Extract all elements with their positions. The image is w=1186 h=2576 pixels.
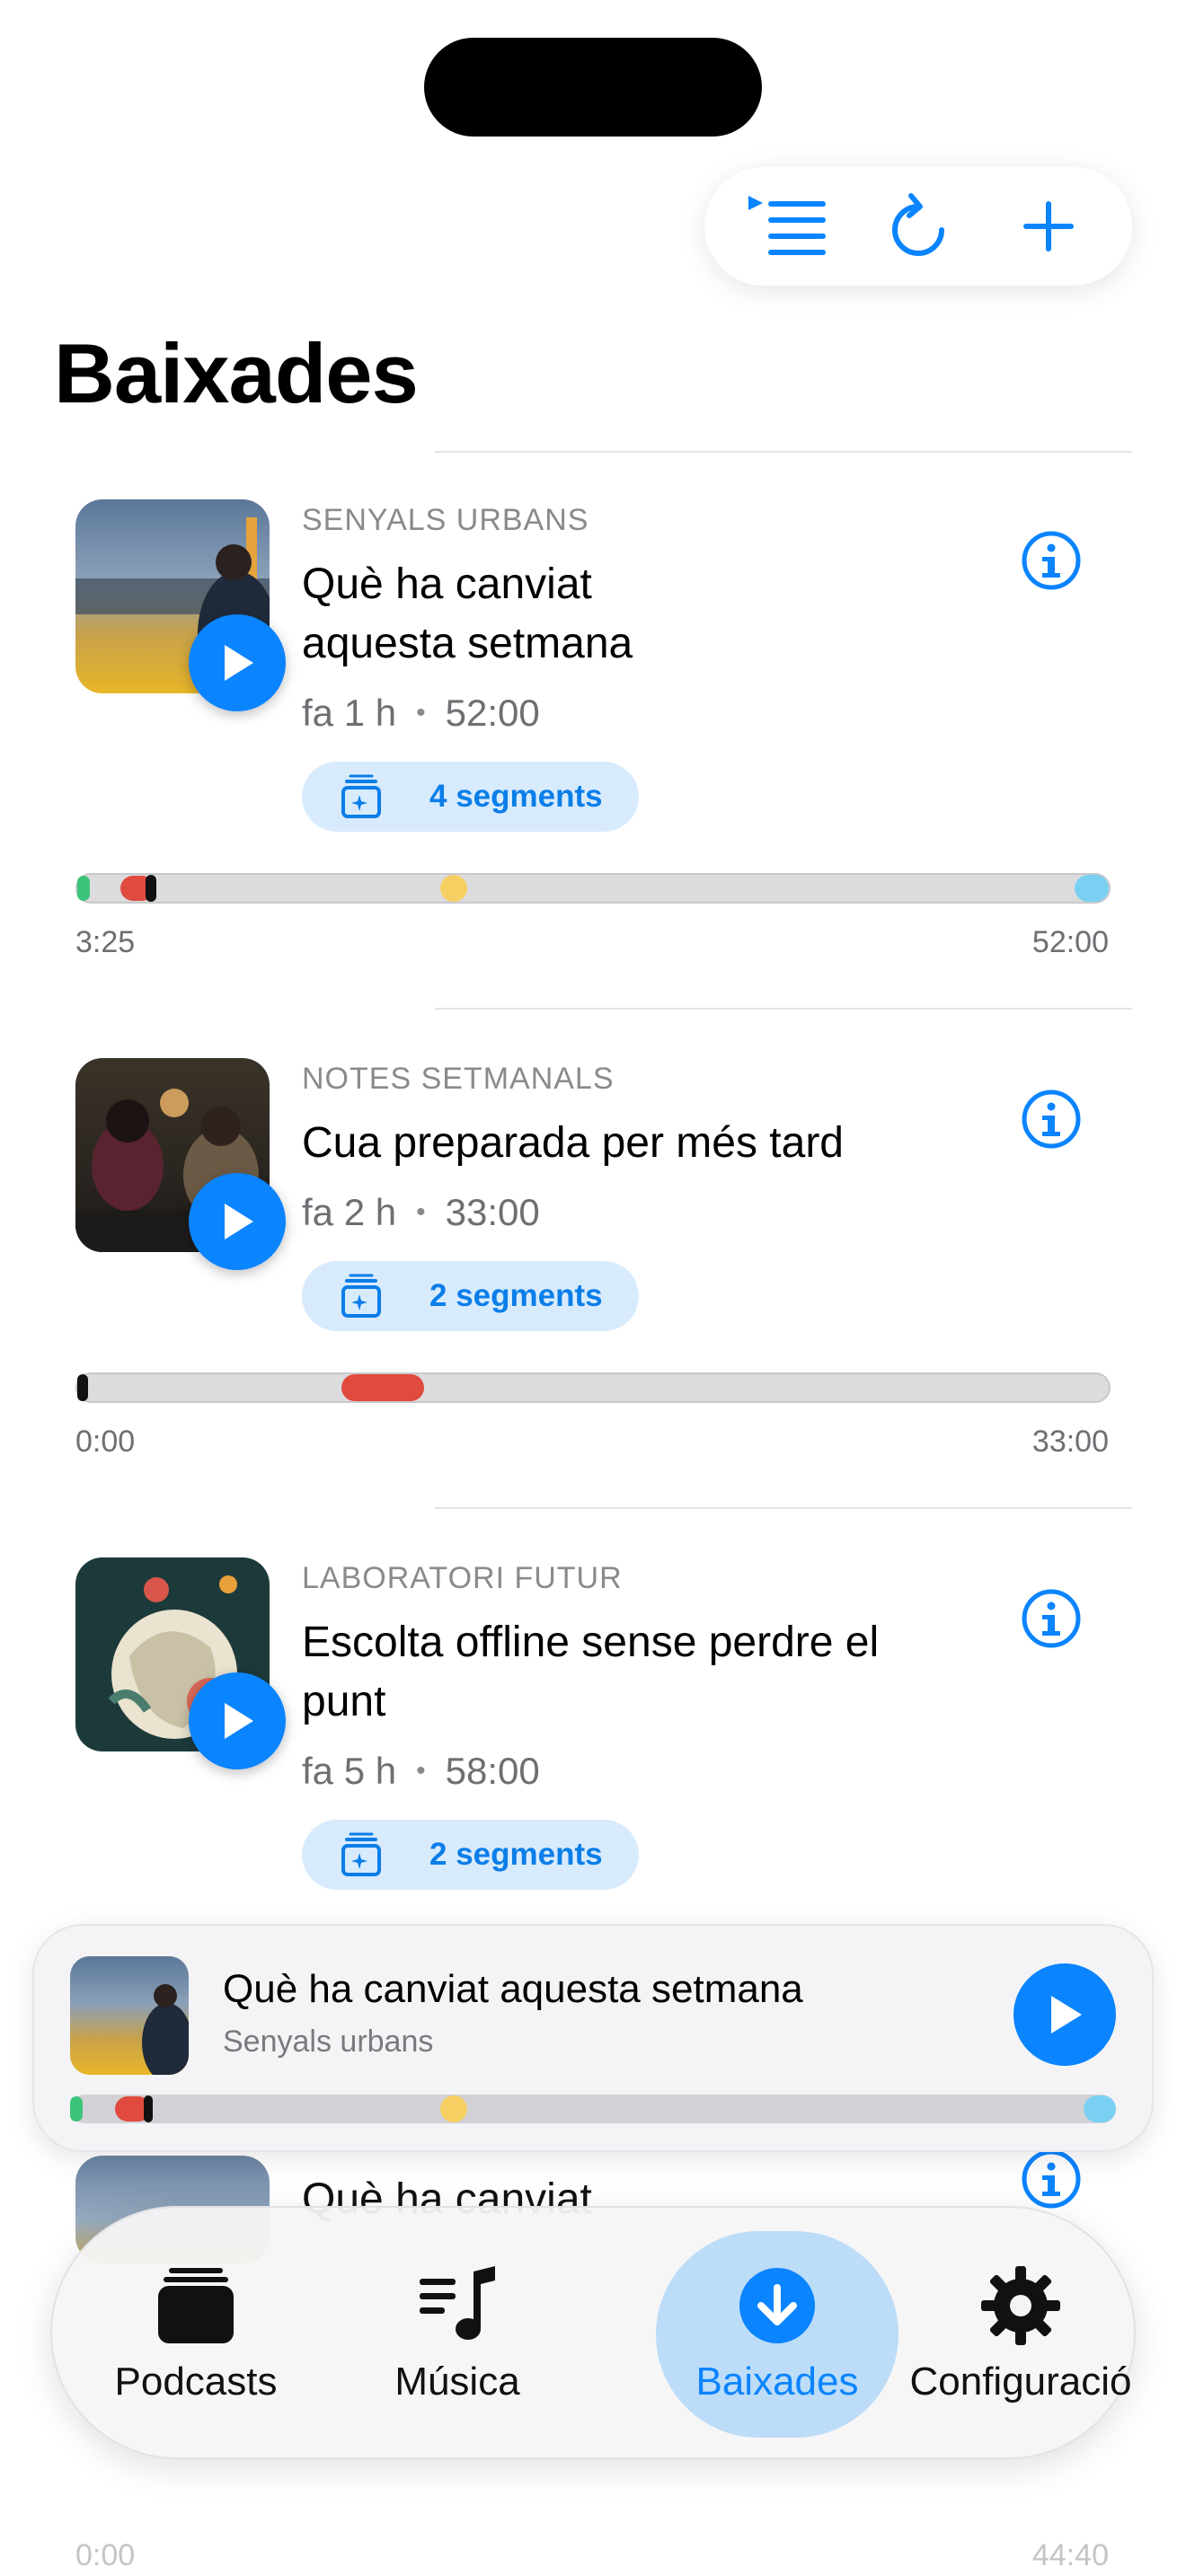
gear-icon — [981, 2266, 1060, 2345]
segments-label: 2 segments — [429, 1837, 603, 1872]
total-time: 52:00 — [1031, 925, 1109, 959]
mini-player-title: Què ha canviat aquesta setmana — [223, 1967, 803, 2011]
dynamic-island — [424, 38, 762, 137]
segments-icon — [341, 774, 381, 818]
tab-podcasts[interactable]: Podcasts — [88, 2208, 304, 2461]
mini-player-subtitle: Senyals urbans — [223, 2025, 434, 2059]
current-time: 3:25 — [75, 925, 136, 959]
info-icon[interactable] — [1021, 1588, 1082, 1649]
segments-icon — [341, 1274, 381, 1318]
segment-progress-bar[interactable] — [75, 1372, 1111, 1403]
tab-label: Configuració — [909, 2360, 1132, 2404]
music-note-list-icon — [420, 2266, 495, 2340]
segment-marker — [1075, 875, 1109, 902]
episode-meta: fa 1 h • 52:00 — [302, 692, 540, 735]
episode-meta: fa 2 h • 33:00 — [302, 1191, 540, 1234]
meta-separator: • — [416, 1756, 426, 1786]
page-title: Baixades — [54, 326, 419, 420]
tab-configuracio[interactable]: Configuració — [909, 2208, 1132, 2461]
segment-marker — [440, 2095, 467, 2122]
play-button[interactable] — [189, 614, 286, 711]
meta-separator: • — [416, 1197, 426, 1227]
play-button[interactable] — [189, 1672, 286, 1769]
playhead[interactable] — [144, 2095, 153, 2122]
segment-progress-bar[interactable] — [75, 873, 1111, 904]
total-time: 44:40 — [1031, 2538, 1109, 2572]
episode-duration: 52:00 — [445, 692, 540, 734]
mini-player-play-button[interactable] — [1013, 1963, 1116, 2066]
segments-button[interactable]: 4 segments — [302, 762, 639, 832]
segment-marker — [77, 876, 90, 901]
episode-age: fa 2 h — [302, 1191, 397, 1233]
episode-age: fa 1 h — [302, 692, 397, 734]
show-name: SENYALS URBANS — [302, 503, 589, 537]
episode-meta: fa 5 h • 58:00 — [302, 1750, 540, 1793]
segments-icon — [341, 1832, 381, 1876]
info-icon[interactable] — [1021, 530, 1082, 591]
divider — [435, 1507, 1132, 1509]
segment-marker — [70, 2096, 83, 2122]
tab-musica[interactable]: Música — [354, 2208, 561, 2461]
segments-button[interactable]: 2 segments — [302, 1261, 639, 1331]
segments-button[interactable]: 2 segments — [302, 1820, 639, 1890]
mini-player[interactable]: Què ha canviat aquesta setmana Senyals u… — [32, 1924, 1154, 2152]
segment-marker — [440, 875, 467, 902]
episode-age: fa 5 h — [302, 1750, 397, 1792]
refresh-icon[interactable] — [873, 181, 963, 271]
episode-duration: 58:00 — [445, 1750, 540, 1792]
info-icon[interactable] — [1021, 1089, 1082, 1150]
divider — [435, 451, 1132, 453]
tab-label: Baixades — [695, 2360, 859, 2404]
show-name: LABORATORI FUTUR — [302, 1561, 623, 1595]
episode-title: Escolta offline sense perdre el punt — [302, 1619, 880, 1725]
tab-label: Podcasts — [114, 2360, 278, 2404]
mini-player-artwork — [70, 1956, 189, 2075]
queue-list-icon[interactable] — [743, 181, 833, 271]
info-icon[interactable] — [1021, 2152, 1082, 2210]
segments-label: 4 segments — [429, 779, 603, 814]
divider — [435, 1008, 1132, 1010]
tab-baixades[interactable]: Baixades — [656, 2208, 898, 2461]
segments-label: 2 segments — [429, 1278, 603, 1313]
podcasts-stack-icon — [158, 2268, 234, 2343]
episode-title: Cua preparada per més tard — [302, 1119, 844, 1167]
segment-marker — [1084, 2095, 1116, 2122]
mini-player-progress-bar[interactable] — [70, 2095, 1116, 2123]
download-circle-icon — [739, 2268, 815, 2343]
top-toolbar — [704, 167, 1132, 286]
playhead[interactable] — [77, 1374, 88, 1401]
total-time: 33:00 — [1031, 1425, 1109, 1459]
meta-separator: • — [416, 698, 426, 728]
show-name: NOTES SETMANALS — [302, 1062, 615, 1096]
tab-bar: Podcasts Música Baixades Configuració — [50, 2206, 1136, 2459]
playhead[interactable] — [146, 875, 156, 902]
tab-label: Música — [394, 2360, 520, 2404]
plus-icon[interactable] — [1004, 181, 1093, 271]
episode-title: Què ha canviat aquesta setmana — [302, 560, 633, 667]
current-time: 0:00 — [75, 1425, 136, 1459]
current-time: 0:00 — [75, 2538, 136, 2572]
play-button[interactable] — [189, 1173, 286, 1270]
episode-duration: 33:00 — [445, 1191, 540, 1233]
segment-marker — [341, 1374, 424, 1401]
